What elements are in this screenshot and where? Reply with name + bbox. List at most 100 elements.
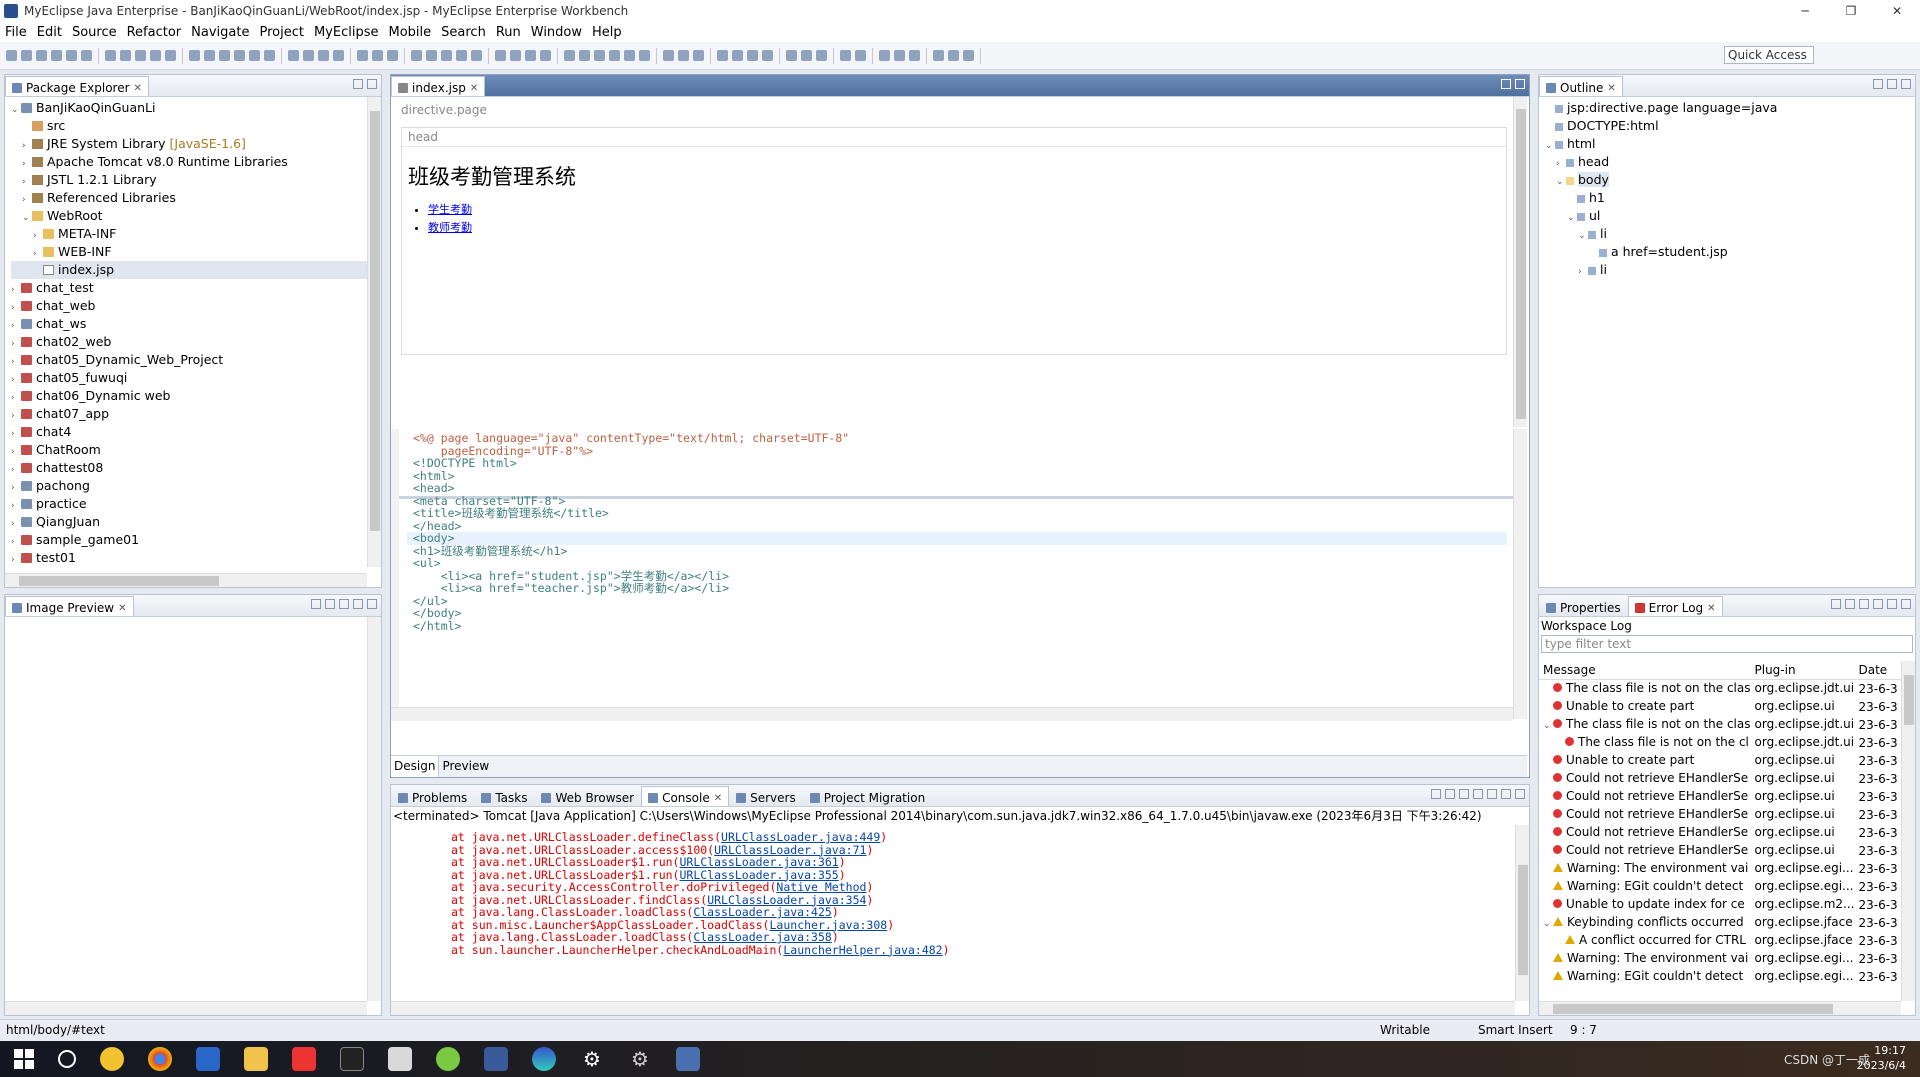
- menu-edit[interactable]: Edit: [32, 25, 67, 40]
- log-horizontal-scrollbar[interactable]: [1539, 1001, 1901, 1015]
- toolbar-button-icon[interactable]: [426, 50, 437, 61]
- menu-window[interactable]: Window: [526, 25, 587, 40]
- source-horizontal-scrollbar[interactable]: [391, 707, 1513, 721]
- toolbar-button-icon[interactable]: [663, 50, 674, 61]
- vertical-scrollbar[interactable]: [367, 617, 381, 1001]
- code-line[interactable]: <html>: [413, 469, 1507, 483]
- toolbar-button-icon[interactable]: [639, 50, 650, 61]
- column-plugin[interactable]: Plug-in: [1753, 661, 1857, 679]
- tree-item[interactable]: › ChatRoom: [11, 441, 381, 459]
- toolbar-button-icon[interactable]: [105, 50, 116, 61]
- wps-icon[interactable]: [292, 1047, 316, 1071]
- tree-item[interactable]: › practice: [11, 495, 381, 513]
- tree-item[interactable]: › sample_game01: [11, 531, 381, 549]
- table-row[interactable]: The class file is not on the cl org.eclip…: [1539, 733, 1901, 751]
- stack-trace-link[interactable]: LauncherHelper.java:482: [783, 943, 942, 957]
- maximize-view-icon[interactable]: [1515, 789, 1525, 799]
- maximize-view-icon[interactable]: [367, 599, 377, 609]
- outline-item[interactable]: ⌄ body: [1545, 171, 1915, 189]
- close-icon[interactable]: ✕: [134, 83, 142, 94]
- export-log-icon[interactable]: [1831, 599, 1841, 609]
- toolbar-button-icon[interactable]: [762, 50, 773, 61]
- toolbar-button-icon[interactable]: [579, 50, 590, 61]
- close-icon[interactable]: ✕: [470, 83, 478, 94]
- minimize-button[interactable]: ─: [1782, 0, 1828, 22]
- table-row[interactable]: Warning: The environment vai org.eclipse.…: [1539, 859, 1901, 877]
- code-line[interactable]: <!DOCTYPE html>: [413, 457, 1507, 470]
- menu-search[interactable]: Search: [436, 25, 491, 40]
- menu-file[interactable]: File: [0, 25, 32, 40]
- table-row[interactable]: Unable to update index for ce org.eclipse…: [1539, 895, 1901, 913]
- toolbar-button-icon[interactable]: [933, 50, 944, 61]
- toolbar-button-icon[interactable]: [510, 50, 521, 61]
- code-line[interactable]: <ul>: [413, 557, 1507, 570]
- close-icon[interactable]: ✕: [714, 793, 722, 804]
- tab-console[interactable]: Console ✕: [641, 786, 730, 806]
- outline-item[interactable]: ⌄ ul: [1545, 207, 1915, 225]
- tree-item[interactable]: ⌄ WebRoot: [11, 207, 381, 225]
- menu-navigate[interactable]: Navigate: [186, 25, 254, 40]
- tree-item[interactable]: › JRE System Library [JavaSE-1.6]: [11, 135, 381, 153]
- close-button[interactable]: ✕: [1874, 0, 1920, 22]
- collapse-all-icon[interactable]: [1873, 79, 1883, 89]
- tree-item[interactable]: › Referenced Libraries: [11, 189, 381, 207]
- console-output[interactable]: at java.net.URLClassLoader.defineClass(U…: [451, 831, 950, 956]
- code-line[interactable]: </head>: [413, 519, 1507, 533]
- table-row[interactable]: Warning: The environment vai org.eclipse.…: [1539, 949, 1901, 967]
- toolbar-button-icon[interactable]: [318, 50, 329, 61]
- toolbar-button-icon[interactable]: [948, 50, 959, 61]
- tree-item[interactable]: › WEB-INF: [11, 243, 381, 261]
- tree-item[interactable]: › chat4: [11, 423, 381, 441]
- menu-refactor[interactable]: Refactor: [122, 25, 187, 40]
- expand-arrow-icon[interactable]: ⌄: [1543, 919, 1553, 929]
- zoom-out-icon[interactable]: [325, 599, 335, 609]
- toolbar-button-icon[interactable]: [303, 50, 314, 61]
- toolbar-button-icon[interactable]: [66, 50, 77, 61]
- menu-run[interactable]: Run: [491, 25, 526, 40]
- toolbar-button-icon[interactable]: [909, 50, 920, 61]
- horizontal-scrollbar[interactable]: [5, 573, 367, 587]
- tree-item[interactable]: › chat05_fuwuqi: [11, 369, 381, 387]
- tree-item[interactable]: › pachong: [11, 477, 381, 495]
- toolbar-button-icon[interactable]: [564, 50, 575, 61]
- tree-item[interactable]: ⌄ BanJiKaoQinGuanLi: [11, 99, 381, 117]
- toolbar-button-icon[interactable]: [540, 50, 551, 61]
- column-date[interactable]: Date: [1856, 661, 1901, 679]
- tree-item[interactable]: index.jsp: [11, 261, 381, 279]
- tree-item[interactable]: › chat_test: [11, 279, 381, 297]
- table-row[interactable]: Could not retrieve EHandlerSe org.eclipse…: [1539, 769, 1901, 787]
- toolbar-button-icon[interactable]: [51, 50, 62, 61]
- toolbar-button-icon[interactable]: [471, 50, 482, 61]
- delete-log-icon[interactable]: [1873, 599, 1883, 609]
- minimize-view-icon[interactable]: [1501, 79, 1511, 89]
- toolbar-button-icon[interactable]: [609, 50, 620, 61]
- tree-item[interactable]: › test01: [11, 549, 381, 565]
- design-link-teacher[interactable]: 教师考勤: [428, 221, 472, 234]
- tab-outline[interactable]: Outline ✕: [1539, 76, 1623, 96]
- source-code[interactable]: <%@ page language="java" contentType="te…: [407, 432, 1507, 632]
- table-row[interactable]: Warning: EGit couldn't detect org.eclipse…: [1539, 877, 1901, 895]
- toolbar-button-icon[interactable]: [678, 50, 689, 61]
- outline-item[interactable]: jsp:directive.page language=java: [1545, 99, 1915, 117]
- clear-console-icon[interactable]: [1459, 789, 1469, 799]
- maximize-view-icon[interactable]: [1901, 599, 1911, 609]
- console-vertical-scrollbar[interactable]: [1515, 825, 1529, 1001]
- app-icon-2[interactable]: [196, 1047, 220, 1071]
- tree-item[interactable]: › chat06_Dynamic web: [11, 387, 381, 405]
- terminal-icon[interactable]: [340, 1047, 364, 1071]
- app-icon-4[interactable]: [676, 1047, 700, 1071]
- table-row[interactable]: The class file is not on the clas org.ecl…: [1539, 679, 1901, 697]
- tree-item[interactable]: › chat05_Dynamic_Web_Project: [11, 351, 381, 369]
- table-row[interactable]: Could not retrieve EHandlerSe org.eclipse…: [1539, 805, 1901, 823]
- tab-tasks[interactable]: Tasks: [474, 786, 534, 806]
- toolbar-button-icon[interactable]: [234, 50, 245, 61]
- close-icon[interactable]: ✕: [1607, 83, 1615, 94]
- tab-web-browser[interactable]: Web Browser: [534, 786, 641, 806]
- toolbar-button-icon[interactable]: [693, 50, 704, 61]
- minimize-view-icon[interactable]: [353, 79, 363, 89]
- toolbar-button-icon[interactable]: [165, 50, 176, 61]
- code-line[interactable]: <title>班级考勤管理系统</title>: [413, 507, 1507, 520]
- app-icon-1[interactable]: [100, 1047, 124, 1071]
- tree-item[interactable]: › chat_ws: [11, 315, 381, 333]
- toolbar-button-icon[interactable]: [288, 50, 299, 61]
